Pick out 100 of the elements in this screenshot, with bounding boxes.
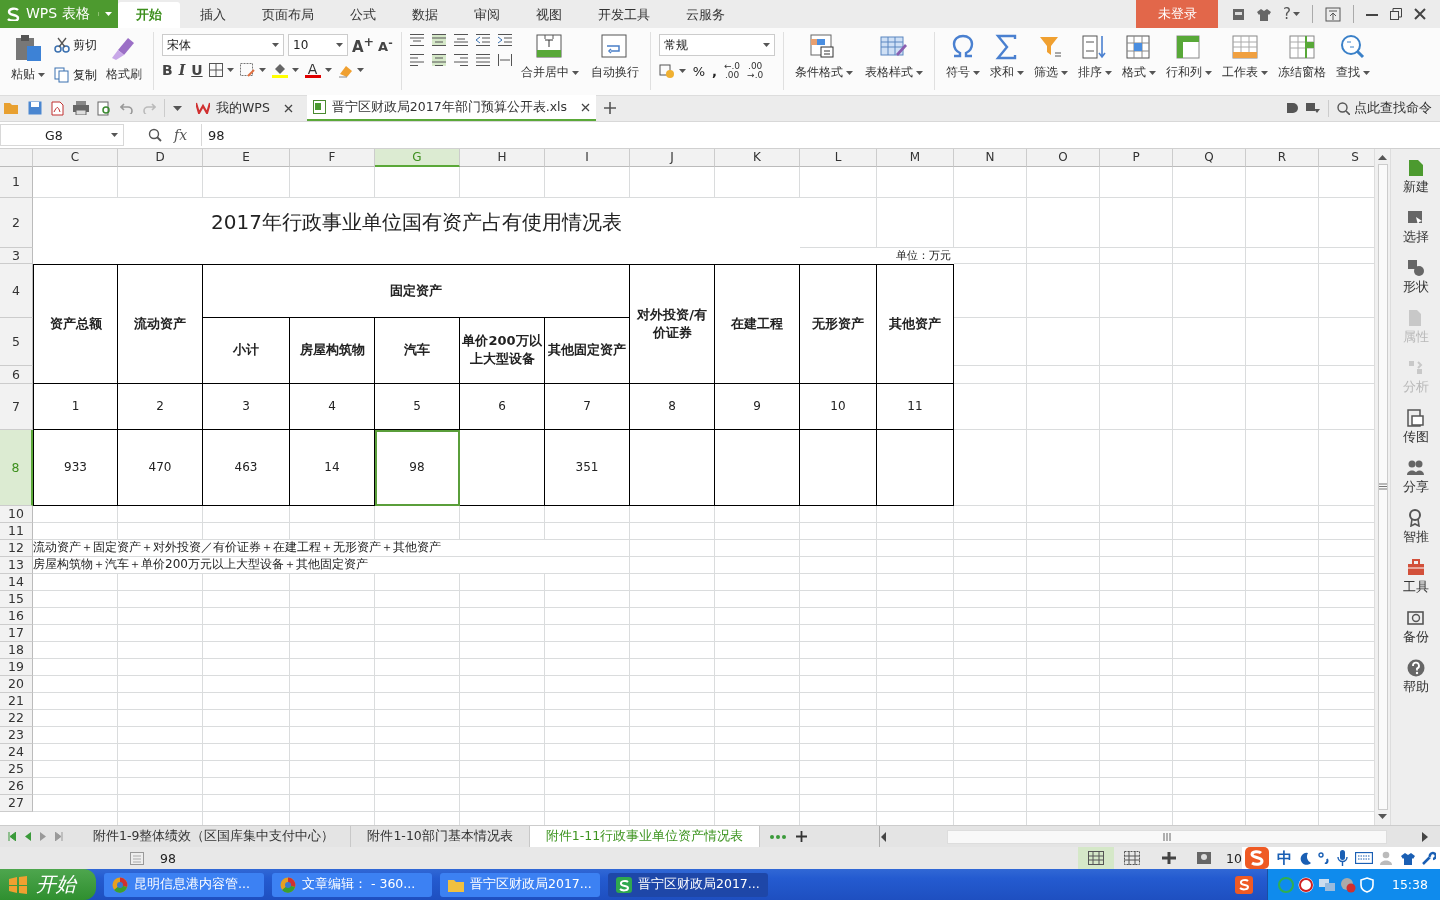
caret-icon bbox=[762, 43, 770, 47]
name-box[interactable]: G8 bbox=[0, 124, 124, 147]
ribbon-tab[interactable]: 云服务 bbox=[670, 2, 741, 28]
speech-icon bbox=[1286, 102, 1298, 115]
ribbon-button[interactable]: 符号 bbox=[942, 32, 983, 83]
table-cell[interactable]: 470 bbox=[118, 429, 203, 506]
shrink-font-button[interactable]: A$^{-}$ bbox=[378, 35, 393, 55]
view-mode-button[interactable] bbox=[1078, 847, 1115, 869]
status-value: 98 bbox=[160, 850, 176, 866]
ribbon-tab[interactable]: 公式 bbox=[334, 2, 392, 28]
command-search[interactable]: 点此查找命令 bbox=[1328, 99, 1440, 117]
sidebar-button[interactable]: 备份 bbox=[1402, 608, 1429, 646]
undo-icon bbox=[120, 102, 134, 115]
table-cell: 10 bbox=[800, 383, 877, 430]
sidebar-button[interactable]: 传图 bbox=[1402, 408, 1429, 446]
wrap-text-icon bbox=[600, 34, 629, 60]
table-cell[interactable]: 14 bbox=[290, 429, 375, 506]
table-cell[interactable] bbox=[877, 429, 954, 506]
ribbon-button[interactable]: 自动换行 bbox=[587, 32, 642, 83]
scroll-right-icon bbox=[1422, 831, 1428, 842]
cut-button[interactable]: 剪切 bbox=[54, 34, 97, 56]
horizontal-scrollbar[interactable] bbox=[947, 829, 1388, 844]
ribbon-button[interactable]: 格式 bbox=[1118, 32, 1159, 83]
sidebar-button[interactable]: 新建 bbox=[1402, 158, 1429, 196]
underline-button[interactable]: U bbox=[191, 62, 203, 78]
sidebar-button[interactable]: 智推 bbox=[1402, 508, 1429, 546]
ribbon-button[interactable]: 工作表 bbox=[1218, 32, 1271, 83]
table-cell[interactable]: 463 bbox=[203, 429, 290, 506]
comma-button[interactable]: , bbox=[712, 63, 717, 79]
start-button[interactable]: 开始 bbox=[0, 869, 96, 900]
table-cell[interactable] bbox=[630, 429, 715, 506]
align-middle-icon bbox=[431, 34, 446, 46]
row-header[interactable]: 5 bbox=[0, 317, 33, 366]
keyboard-icon bbox=[1355, 852, 1373, 864]
table-cell[interactable]: 98 bbox=[375, 429, 460, 506]
ribbon-button[interactable]: 查找 bbox=[1332, 32, 1373, 83]
table-cell[interactable] bbox=[460, 429, 545, 506]
ribbon-tab[interactable]: 视图 bbox=[520, 2, 578, 28]
more-icon bbox=[770, 834, 787, 839]
bold-button[interactable]: B bbox=[162, 62, 173, 78]
taskbar-button[interactable]: 晋宁区财政局2017... bbox=[440, 872, 600, 897]
vertical-scrollbar[interactable] bbox=[1374, 148, 1390, 826]
copy-button[interactable]: 复制 bbox=[54, 64, 97, 86]
ribbon-tab[interactable]: 插入 bbox=[184, 2, 242, 28]
table-cell[interactable]: 351 bbox=[545, 429, 630, 506]
format-painter-button[interactable]: 格式刷 bbox=[103, 32, 145, 85]
fill-color-button[interactable] bbox=[271, 62, 288, 78]
row-header[interactable]: 2 bbox=[0, 197, 33, 248]
document-tab[interactable]: 我的WPS bbox=[190, 95, 299, 122]
font-color-button[interactable]: A bbox=[304, 62, 321, 78]
ribbon-button[interactable]: 排序 bbox=[1074, 32, 1115, 83]
ribbon-tab[interactable]: 页面布局 bbox=[246, 2, 330, 28]
sidebar-button[interactable]: 帮助 bbox=[1402, 658, 1429, 696]
sheet-tab[interactable]: 附件1-11行政事业单位资产情况表 bbox=[529, 826, 761, 847]
open-folder-icon bbox=[4, 101, 20, 116]
grow-font-button[interactable]: A$^{+}$ bbox=[352, 34, 375, 56]
font-name-dropdown[interactable]: 宋体 bbox=[162, 34, 284, 56]
decrease-decimal-button[interactable]: .00 →.0 bbox=[747, 62, 764, 80]
ribbon-button[interactable]: 条件格式 bbox=[791, 32, 856, 83]
microphone-icon bbox=[1337, 850, 1348, 866]
ribbon-button[interactable]: 冻结窗格 bbox=[1274, 32, 1329, 83]
row-header[interactable]: 7 bbox=[0, 383, 33, 430]
function-button[interactable]: fx bbox=[174, 127, 188, 144]
table-cell[interactable]: 933 bbox=[33, 429, 118, 506]
ime-mode[interactable]: 中 bbox=[1277, 848, 1292, 868]
percent-button[interactable]: % bbox=[692, 63, 705, 79]
header-cell: 对外投资/有价证券 bbox=[630, 263, 715, 384]
sidebar-button[interactable]: 形状 bbox=[1402, 258, 1429, 296]
ribbon-button[interactable]: 求和 bbox=[986, 32, 1027, 83]
row-header[interactable]: 1 bbox=[0, 166, 33, 198]
sidebar-button[interactable]: 选择 bbox=[1402, 208, 1429, 246]
zoom-icon bbox=[148, 128, 162, 143]
header-cell: 其他资产 bbox=[877, 263, 954, 384]
ribbon-tab[interactable]: 开发工具 bbox=[582, 2, 666, 28]
number-format-dropdown[interactable]: 常规 bbox=[658, 34, 775, 56]
help-button[interactable]: ? bbox=[1283, 5, 1300, 23]
sidebar-button[interactable]: 工具 bbox=[1402, 558, 1429, 596]
row-header[interactable]: 4 bbox=[0, 263, 33, 318]
sidebar-button[interactable]: 分享 bbox=[1402, 458, 1429, 496]
ribbon-button[interactable]: 行和列 bbox=[1162, 32, 1215, 83]
table-cell[interactable] bbox=[800, 429, 877, 506]
app-menu-button[interactable]: WPS 表格 bbox=[0, 0, 118, 28]
header-cell: 其他固定资产 bbox=[545, 317, 630, 384]
browser-icon bbox=[112, 876, 128, 893]
ribbon-tab[interactable]: 开始 bbox=[118, 2, 180, 28]
ribbon-button[interactable]: 表格样式 bbox=[861, 32, 926, 83]
taskbar-button[interactable]: 晋宁区财政局2017... bbox=[608, 872, 768, 897]
document-tab[interactable]: 晋宁区财政局2017年部门预算公开表.xls bbox=[306, 95, 596, 122]
taskbar-button[interactable]: 昆明信息港内容管... bbox=[104, 872, 264, 897]
increase-decimal-button[interactable]: ←.0 .00 bbox=[723, 62, 741, 80]
italic-button[interactable]: I bbox=[178, 62, 186, 78]
table-cell[interactable] bbox=[715, 429, 800, 506]
ribbon-button[interactable]: 合并居中 bbox=[517, 32, 582, 83]
ribbon-button[interactable]: 筛选 bbox=[1030, 32, 1071, 83]
ribbon-tab[interactable]: 数据 bbox=[396, 2, 454, 28]
ribbon-tab[interactable]: 审阅 bbox=[458, 2, 516, 28]
paste-button[interactable]: 粘贴 bbox=[8, 32, 48, 85]
taskbar-button[interactable]: 文章编辑： - 360... bbox=[272, 872, 432, 897]
font-size-dropdown[interactable]: 10 bbox=[288, 34, 348, 56]
formula-field[interactable]: 98 bbox=[201, 124, 1440, 147]
